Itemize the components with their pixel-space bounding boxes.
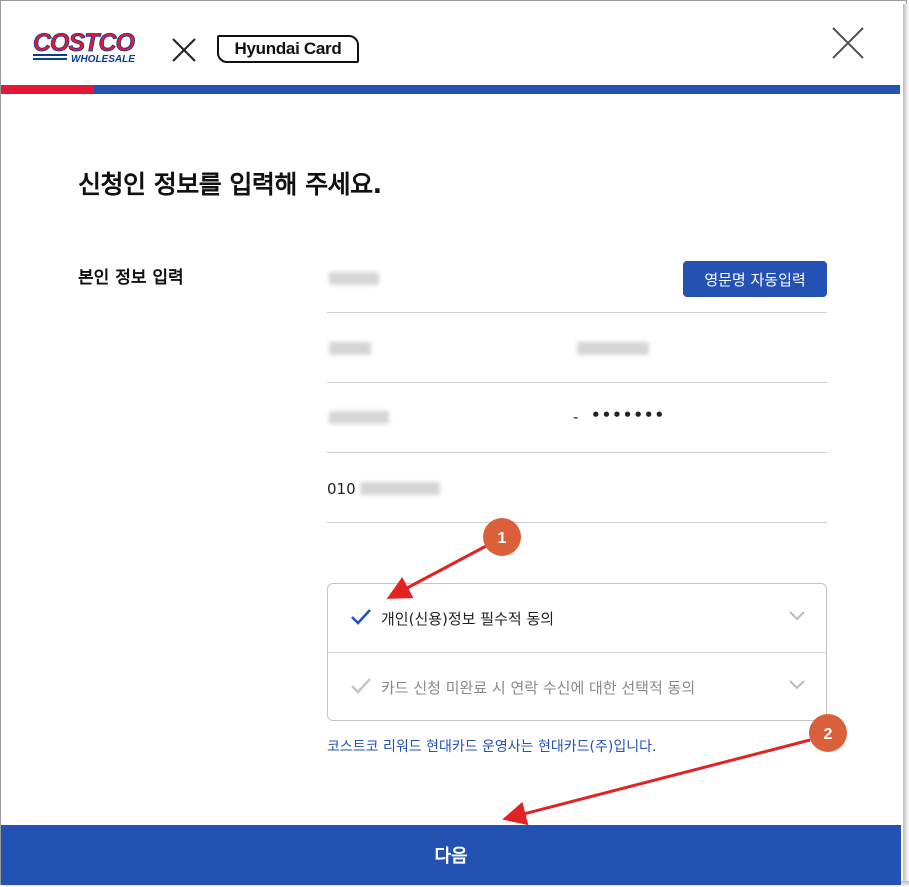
agreement-required-label: 개인(신용)정보 필수적 동의 <box>381 610 555 628</box>
phone-number-field[interactable] <box>360 482 440 495</box>
dialog-shadow <box>903 4 909 887</box>
agreement-optional-label: 카드 신청 미완료 시 연락 수신에 대한 선택적 동의 <box>381 679 696 697</box>
dialog-header: COSTCO WHOLESALE Hyundai Card <box>1 1 901 85</box>
close-icon[interactable] <box>831 26 865 60</box>
resident-id-back-masked[interactable]: ••••••• <box>591 406 665 424</box>
agreement-required[interactable]: 개인(신용)정보 필수적 동의 <box>328 584 826 652</box>
page-title: 신청인 정보를 입력해 주세요. <box>78 170 382 199</box>
phone-prefix: 010 <box>327 480 356 498</box>
auto-fill-english-name-button[interactable]: 영문명 자동입력 <box>683 261 827 297</box>
brand-bar-red <box>1 85 94 94</box>
check-icon <box>351 609 371 625</box>
chevron-down-icon[interactable] <box>788 679 806 691</box>
costco-logo: COSTCO WHOLESALE <box>33 29 137 65</box>
check-icon <box>351 678 371 694</box>
brand-bar-blue <box>94 85 900 94</box>
agreement-box: 개인(신용)정보 필수적 동의 카드 신청 미완료 시 연락 수신에 대한 선택… <box>327 583 827 721</box>
english-last-name-field[interactable] <box>329 342 371 355</box>
chevron-down-icon[interactable] <box>788 610 806 622</box>
resident-id-dash: - <box>573 408 579 426</box>
hyundai-card-logo: Hyundai Card <box>217 35 359 63</box>
agreement-optional[interactable]: 카드 신청 미완료 시 연락 수신에 대한 선택적 동의 <box>328 653 826 721</box>
resident-id-front-field[interactable] <box>329 411 389 424</box>
check-mark <box>351 678 371 694</box>
operator-notice: 코스트코 리워드 현대카드 운영사는 현대카드(주)입니다. <box>327 739 657 755</box>
costco-wordmark: COSTCO <box>33 29 136 57</box>
check-mark <box>351 609 371 625</box>
costco-subwordmark: WHOLESALE <box>71 54 135 65</box>
next-button[interactable]: 다음 <box>1 825 901 885</box>
english-first-name-field[interactable] <box>577 342 649 355</box>
times-icon <box>172 38 196 62</box>
section-label: 본인 정보 입력 <box>78 268 184 288</box>
name-field[interactable] <box>329 272 379 285</box>
